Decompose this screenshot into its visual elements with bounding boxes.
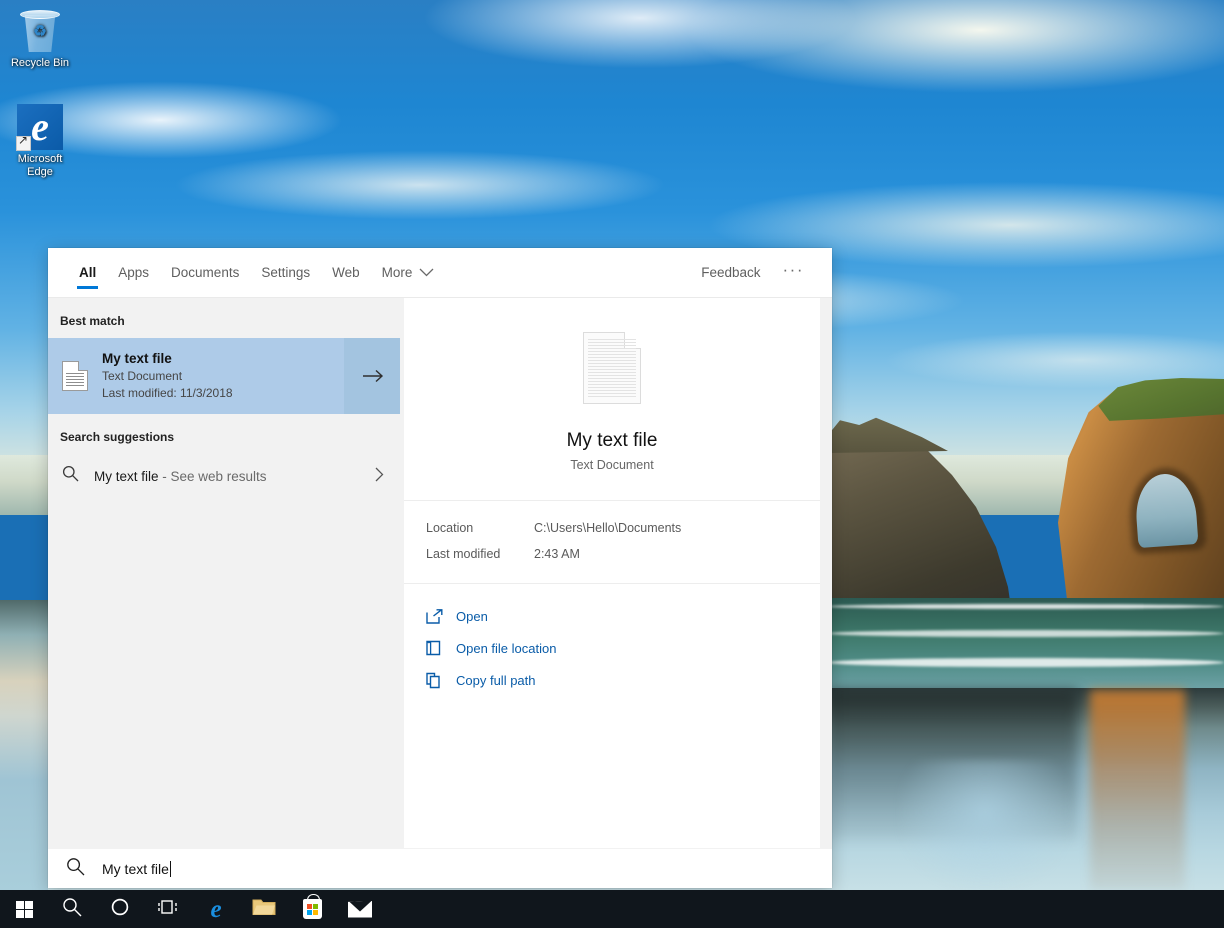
detail-row-location: Location C:\Users\Hello\Documents — [426, 515, 820, 541]
envelope-icon — [348, 901, 372, 918]
cortana-button[interactable] — [96, 890, 144, 928]
search-suggestion-label: My text file - See web results — [94, 469, 375, 484]
action-label: Open file location — [456, 641, 556, 656]
tab-label: More — [382, 265, 413, 280]
task-view-icon — [157, 898, 179, 921]
tab-documents[interactable]: Documents — [160, 248, 250, 298]
desktop-icon-label: Recycle Bin — [2, 57, 78, 70]
desktop-icon-microsoft-edge[interactable]: e Microsoft Edge — [2, 104, 78, 179]
desktop: ♻ Recycle Bin e Microsoft Edge All Apps … — [0, 0, 1224, 928]
text-document-icon — [62, 361, 88, 391]
tab-apps[interactable]: Apps — [107, 248, 160, 298]
best-match-result[interactable]: My text file Text Document Last modified… — [48, 338, 400, 414]
search-suggestions-header: Search suggestions — [48, 414, 400, 454]
preview-card-filler — [404, 706, 820, 848]
search-suggestion-item[interactable]: My text file - See web results — [48, 454, 400, 498]
search-filter-tabbar: All Apps Documents Settings Web More — [48, 248, 832, 298]
preview-subtitle: Text Document — [404, 458, 820, 472]
tab-label: Apps — [118, 265, 149, 280]
detail-key: Location — [426, 515, 534, 541]
action-label: Open — [456, 609, 488, 624]
search-input[interactable]: My text file — [102, 861, 171, 877]
best-match-last-modified: Last modified: 11/3/2018 — [102, 385, 233, 402]
search-icon — [62, 897, 82, 922]
edge-button[interactable]: e — [192, 890, 240, 928]
desktop-icon-recycle-bin[interactable]: ♻ Recycle Bin — [2, 8, 78, 70]
search-icon — [66, 857, 102, 881]
tab-settings[interactable]: Settings — [250, 248, 321, 298]
suggestion-hint: - See web results — [159, 469, 267, 484]
ellipsis-icon[interactable]: ··· — [771, 260, 810, 286]
search-panel-body: Best match My text file Text Document La… — [48, 298, 832, 848]
tab-all[interactable]: All — [68, 248, 107, 298]
tab-label: All — [79, 265, 96, 280]
edge-icon: e — [17, 104, 63, 150]
preview-card: My text file Text Document — [404, 298, 820, 500]
action-open-file-location[interactable]: Open file location — [426, 632, 820, 664]
microsoft-store-button[interactable] — [288, 890, 336, 928]
detail-key: Last modified — [426, 541, 534, 567]
desktop-icon-label-line1: Microsoft — [2, 153, 78, 166]
tab-web[interactable]: Web — [321, 248, 371, 298]
folder-icon — [252, 897, 276, 921]
windows-search-panel: All Apps Documents Settings Web More — [48, 248, 832, 888]
tab-label: Documents — [171, 265, 239, 280]
recycle-bin-icon: ♻ — [17, 8, 63, 54]
preview-details: Location C:\Users\Hello\Documents Last m… — [404, 501, 820, 583]
chevron-right-icon[interactable] — [375, 467, 388, 486]
windows-logo-icon — [16, 901, 33, 918]
preview-actions: Open Open file location Copy full path — [404, 584, 820, 706]
text-document-icon — [583, 332, 641, 404]
arrow-right-icon[interactable] — [344, 338, 400, 414]
detail-value: C:\Users\Hello\Documents — [534, 515, 820, 541]
wallpaper-reflection-sheen — [900, 760, 1070, 890]
wallpaper-sea — [828, 598, 1224, 690]
detail-row-last-modified: Last modified 2:43 AM — [426, 541, 820, 567]
cortana-circle-icon — [111, 898, 129, 921]
edge-icon: e — [210, 897, 221, 922]
search-input-bar[interactable]: My text file — [48, 848, 832, 888]
action-label: Copy full path — [456, 673, 536, 688]
detail-value: 2:43 AM — [534, 541, 820, 567]
wallpaper-wave-3 — [828, 658, 1224, 667]
best-match-header: Best match — [48, 298, 400, 338]
tab-label: Web — [332, 265, 360, 280]
wallpaper-wave-2 — [828, 630, 1224, 637]
chevron-down-icon — [419, 265, 434, 280]
folder-icon — [426, 640, 456, 656]
wallpaper-beach-left — [0, 600, 48, 890]
desktop-icon-label-line2: Edge — [2, 166, 78, 179]
best-match-type: Text Document — [102, 368, 233, 385]
preview-column: My text file Text Document Location C:\U… — [400, 298, 832, 848]
tab-more[interactable]: More — [371, 248, 446, 298]
task-view-button[interactable] — [144, 890, 192, 928]
action-open[interactable]: Open — [426, 600, 820, 632]
search-icon — [62, 465, 94, 487]
feedback-label: Feedback — [701, 265, 760, 280]
feedback-button[interactable]: Feedback — [691, 265, 770, 280]
text-caret — [170, 861, 171, 877]
open-external-icon — [426, 609, 456, 624]
mail-button[interactable] — [336, 890, 384, 928]
search-input-value: My text file — [102, 861, 169, 877]
store-bag-icon — [303, 899, 322, 919]
wallpaper-wave-1 — [828, 604, 1224, 609]
preview-title: My text file — [404, 430, 820, 452]
taskbar: e — [0, 890, 1224, 928]
tab-label: Settings — [261, 265, 310, 280]
best-match-content[interactable]: My text file Text Document Last modified… — [48, 338, 344, 414]
copy-icon — [426, 672, 456, 689]
suggestion-query: My text file — [94, 469, 159, 484]
start-button[interactable] — [0, 890, 48, 928]
best-match-text: My text file Text Document Last modified… — [102, 351, 233, 402]
search-button[interactable] — [48, 890, 96, 928]
wallpaper-reflection-sunlit — [1090, 690, 1185, 890]
file-explorer-button[interactable] — [240, 890, 288, 928]
search-results-column: Best match My text file Text Document La… — [48, 298, 400, 848]
action-copy-full-path[interactable]: Copy full path — [426, 664, 820, 696]
shortcut-arrow-icon — [16, 136, 31, 151]
best-match-title: My text file — [102, 351, 233, 366]
preview-hero: My text file Text Document — [404, 298, 820, 500]
